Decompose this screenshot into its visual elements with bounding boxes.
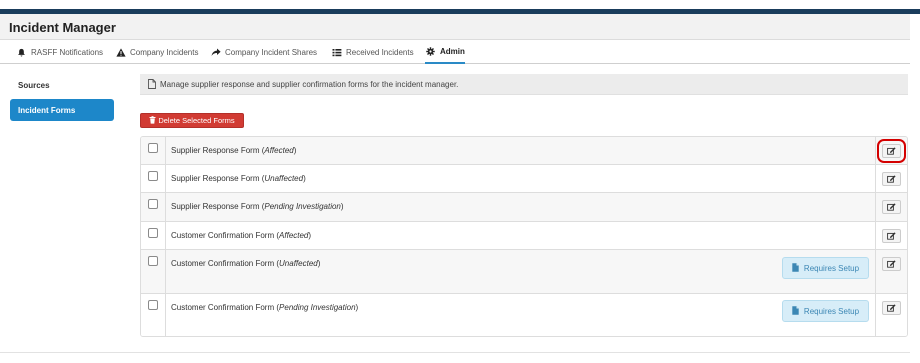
edit-button[interactable]: [882, 229, 901, 243]
info-banner: Manage supplier response and supplier co…: [140, 74, 908, 95]
form-name-text: Supplier Response Form: [171, 146, 260, 155]
tab-rasff-notifications[interactable]: RASFF Notifications: [16, 40, 103, 64]
tab-label: Company Incidents: [130, 47, 199, 57]
gear-icon: [425, 46, 436, 56]
app-title: Incident Manager: [9, 20, 116, 35]
edit-button[interactable]: [882, 257, 901, 271]
table-row: Customer Confirmation Form (Unaffected) …: [141, 250, 907, 294]
edit-icon: [887, 260, 896, 268]
tab-label: Company Incident Shares: [225, 47, 318, 57]
requires-setup-button[interactable]: Requires Setup: [782, 257, 869, 279]
edit-icon: [887, 147, 896, 155]
form-name: Customer Confirmation Form (Pending Inve…: [171, 303, 359, 312]
edit-icon: [887, 232, 896, 240]
form-name: Customer Confirmation Form (Affected): [171, 231, 312, 240]
table-row: Supplier Response Form (Pending Investig…: [141, 193, 907, 222]
row-checkbox[interactable]: [148, 300, 158, 310]
sidebar-item-label: Sources: [18, 80, 50, 90]
table-row: Supplier Response Form (Unaffected): [141, 165, 907, 193]
tab-company-incidents[interactable]: Company Incidents: [115, 40, 198, 64]
form-name-text: Customer Confirmation Form: [171, 231, 275, 240]
edit-button[interactable]: [882, 172, 901, 186]
form-qualifier: Unaffected: [264, 174, 304, 183]
delete-selected-forms-button[interactable]: Delete Selected Forms: [140, 113, 244, 128]
requires-setup-label: Requires Setup: [803, 263, 860, 273]
form-name: Customer Confirmation Form (Unaffected): [171, 259, 321, 268]
delete-button-label: Delete Selected Forms: [158, 116, 235, 125]
document-icon: [148, 79, 156, 89]
edit-icon: [887, 304, 896, 312]
footer-divider: [0, 352, 910, 353]
table-row: Customer Confirmation Form (Pending Inve…: [141, 294, 907, 336]
requires-setup-button[interactable]: Requires Setup: [782, 300, 869, 322]
tab-bar: RASFF Notifications Company Incidents Co…: [0, 40, 910, 64]
tab-label: RASFF Notifications: [31, 47, 104, 57]
edit-icon: [887, 203, 896, 211]
form-name-text: Supplier Response Form: [171, 202, 260, 211]
form-name-text: Supplier Response Form: [171, 174, 260, 183]
tab-label: Admin: [440, 46, 465, 56]
table-row: Customer Confirmation Form (Affected): [141, 222, 907, 250]
edit-button[interactable]: [882, 301, 901, 315]
form-name-text: Customer Confirmation Form: [171, 303, 275, 312]
info-text: Manage supplier response and supplier co…: [160, 79, 459, 89]
tab-company-incident-shares[interactable]: Company Incident Shares: [210, 40, 317, 64]
form-qualifier: Unaffected: [279, 259, 318, 268]
edit-button[interactable]: [877, 139, 906, 163]
sidebar-item-sources[interactable]: Sources: [10, 74, 114, 96]
row-checkbox[interactable]: [148, 228, 158, 238]
document-icon: [792, 305, 799, 317]
warning-icon: [115, 47, 126, 57]
form-name-text: Customer Confirmation Form: [171, 259, 275, 268]
row-checkbox[interactable]: [148, 256, 158, 266]
forms-table: Supplier Response Form (Affected) Suppli…: [140, 136, 908, 337]
form-name: Supplier Response Form (Affected): [171, 146, 297, 155]
row-checkbox[interactable]: [148, 143, 158, 153]
table-row: Supplier Response Form (Affected): [141, 137, 907, 165]
trash-icon: [149, 115, 156, 126]
form-name: Supplier Response Form (Pending Investig…: [171, 202, 344, 211]
tab-admin[interactable]: Admin: [425, 40, 465, 64]
row-checkbox[interactable]: [148, 199, 158, 209]
form-name: Supplier Response Form (Unaffected): [171, 174, 306, 183]
list-icon: [331, 48, 342, 57]
edit-button[interactable]: [882, 200, 901, 214]
sidebar-item-label: Incident Forms: [18, 105, 76, 115]
edit-icon: [887, 175, 896, 183]
row-checkbox[interactable]: [148, 171, 158, 181]
form-qualifier: Affected: [264, 146, 294, 155]
share-icon: [210, 48, 221, 57]
tab-received-incidents[interactable]: Received Incidents: [331, 40, 414, 64]
sidebar: Sources Incident Forms: [10, 74, 114, 124]
form-qualifier: Affected: [279, 231, 309, 240]
bell-icon: [16, 48, 27, 57]
document-icon: [792, 262, 799, 274]
form-qualifier: Pending Investigation: [279, 303, 356, 312]
form-qualifier: Pending Investigation: [264, 202, 341, 211]
tab-label: Received Incidents: [346, 47, 414, 57]
sidebar-item-incident-forms[interactable]: Incident Forms: [10, 99, 114, 121]
requires-setup-label: Requires Setup: [803, 306, 860, 316]
app-header: Incident Manager: [0, 14, 910, 40]
